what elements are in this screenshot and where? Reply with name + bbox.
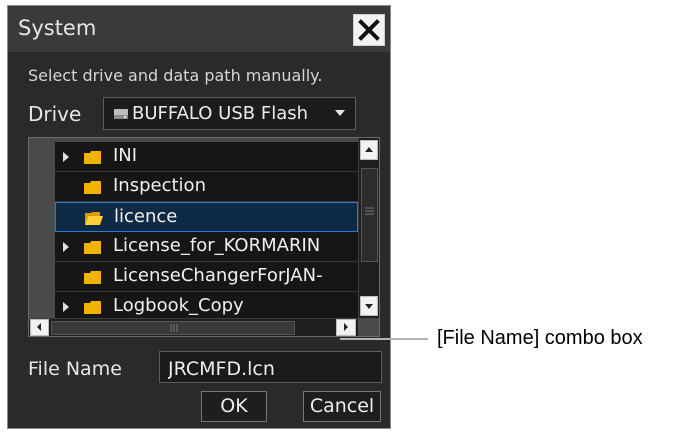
file-name-combo-box[interactable]: [159, 351, 382, 383]
close-icon: [358, 19, 380, 41]
grip-icon: [365, 207, 374, 215]
drive-label: Drive: [28, 102, 82, 126]
tree-item-ini[interactable]: INI: [55, 142, 358, 172]
cancel-button[interactable]: Cancel: [303, 391, 381, 422]
scroll-down-icon: [365, 304, 373, 309]
folder-icon: [84, 271, 101, 284]
scroll-left-button[interactable]: [30, 319, 49, 336]
scroll-up-button[interactable]: [360, 140, 378, 160]
tree-item-licence[interactable]: licence: [55, 202, 358, 232]
horizontal-scroll-thumb[interactable]: [51, 321, 295, 335]
folder-icon: [84, 181, 101, 194]
tree-item-licensechanger[interactable]: LicenseChangerForJAN-: [55, 262, 358, 292]
scroll-left-icon: [37, 323, 41, 331]
drive-icon: [114, 109, 128, 119]
tree-item-label: INI: [113, 145, 138, 166]
folder-tree[interactable]: INI Inspection licence License_for_KORMA…: [28, 137, 380, 337]
scrollbar-corner: [358, 318, 379, 336]
scroll-down-button[interactable]: [360, 296, 378, 316]
folder-icon: [84, 241, 101, 254]
folder-icon: [84, 301, 101, 314]
title-bar: System: [8, 6, 390, 52]
drive-select[interactable]: BUFFALO USB Flash: [103, 97, 356, 130]
ok-button[interactable]: OK: [201, 391, 267, 422]
system-dialog: System Select drive and data path manual…: [7, 5, 391, 429]
tree-item-inspection[interactable]: Inspection: [55, 172, 358, 202]
folder-open-icon: [85, 212, 103, 225]
grip-icon: [170, 324, 178, 332]
chevron-down-icon: [335, 110, 345, 116]
folder-icon: [84, 151, 101, 164]
expand-arrow-icon[interactable]: [63, 242, 69, 252]
tree-item-license-kormarin[interactable]: License_for_KORMARIN: [55, 232, 358, 262]
tree-item-label: LicenseChangerForJAN-: [113, 265, 323, 286]
instruction-text: Select drive and data path manually.: [28, 66, 323, 85]
dialog-title: System: [18, 16, 97, 40]
drive-value: BUFFALO USB Flash: [132, 103, 309, 124]
scroll-right-button[interactable]: [336, 319, 356, 336]
callout-line: [340, 338, 428, 340]
expand-arrow-icon[interactable]: [63, 152, 69, 162]
file-name-label: File Name: [28, 358, 122, 380]
close-button[interactable]: [353, 14, 385, 46]
tree-item-label: licence: [114, 206, 178, 227]
tree-item-label: Logbook_Copy: [113, 295, 244, 316]
vertical-scroll-thumb[interactable]: [361, 168, 378, 262]
horizontal-scrollbar[interactable]: [29, 318, 358, 336]
scroll-right-icon: [344, 323, 348, 331]
tree-item-label: License_for_KORMARIN: [113, 235, 321, 256]
scroll-up-icon: [365, 147, 373, 152]
vertical-scrollbar[interactable]: [358, 138, 379, 318]
tree-item-label: Inspection: [113, 175, 206, 196]
expand-arrow-icon[interactable]: [63, 302, 69, 312]
callout-label: [File Name] combo box: [437, 327, 643, 349]
